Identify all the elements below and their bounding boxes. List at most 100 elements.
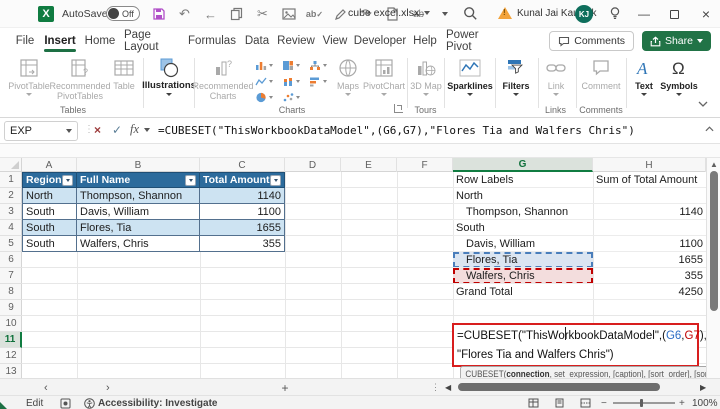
table-cell[interactable]: 1655 xyxy=(200,220,285,236)
comment-button[interactable]: Comment xyxy=(579,57,623,91)
macro-record-icon[interactable] xyxy=(60,396,71,409)
symbols-button[interactable]: Ω Symbols xyxy=(660,57,698,96)
pivot-label[interactable]: Flores, Tia xyxy=(453,252,593,268)
column-chart-icon[interactable] xyxy=(250,57,277,73)
tab-insert[interactable]: Insert xyxy=(42,28,78,53)
recommended-pivottables-button[interactable]: ? Recommended PivotTables xyxy=(49,57,111,101)
line-chart-icon[interactable] xyxy=(250,73,277,89)
copy-icon[interactable] xyxy=(228,6,245,23)
pivot-value[interactable]: 355 xyxy=(593,268,706,284)
formula-bar-input[interactable]: =CUBESET("ThisWorkbookDataModel",(G6,G7)… xyxy=(158,124,635,137)
table-row[interactable]: South Davis, William 1100 xyxy=(22,204,286,220)
table-cell[interactable]: Flores, Tia xyxy=(77,220,200,236)
column-header-E[interactable]: E xyxy=(341,158,397,172)
page-layout-view-icon[interactable] xyxy=(554,396,565,409)
pivot-value[interactable]: 1100 xyxy=(593,236,706,252)
table-row[interactable]: North Thompson, Shannon 1140 xyxy=(22,188,286,204)
avatar[interactable]: KJ xyxy=(575,5,593,23)
cancel-icon[interactable]: × xyxy=(94,123,101,137)
lightbulb-icon[interactable] xyxy=(608,6,623,21)
zoom-out-icon[interactable]: − xyxy=(601,396,607,409)
stacked-column-chart-icon[interactable] xyxy=(277,73,304,89)
pivot-label[interactable]: Grand Total xyxy=(453,284,593,300)
table-cell[interactable]: South xyxy=(22,204,77,220)
tab-home[interactable]: Home xyxy=(82,28,118,53)
link-button[interactable]: Link xyxy=(541,57,571,96)
pivotchart-button[interactable]: PivotChart xyxy=(363,57,405,96)
share-button[interactable]: Share xyxy=(641,31,711,51)
pie-chart-icon[interactable] xyxy=(250,89,277,105)
pivot-label[interactable]: South xyxy=(453,220,593,236)
table-cell[interactable]: North xyxy=(22,188,77,204)
table-button[interactable]: Table xyxy=(108,57,140,91)
sparklines-button[interactable]: Sparklines xyxy=(447,57,493,96)
scatter-chart-icon[interactable] xyxy=(277,89,304,105)
row-header-9[interactable]: 9 xyxy=(0,300,22,316)
table-cell[interactable]: 1140 xyxy=(200,188,285,204)
row-header-2[interactable]: 2 xyxy=(0,188,22,204)
column-header-G[interactable]: G xyxy=(453,158,593,172)
column-header-H[interactable]: H xyxy=(593,158,706,172)
row-header-3[interactable]: 3 xyxy=(0,204,22,220)
table-cell[interactable]: 1100 xyxy=(200,204,285,220)
select-all-corner[interactable] xyxy=(0,158,22,172)
pivot-row[interactable]: Grand Total 4250 xyxy=(453,284,706,300)
tab-formulas[interactable]: Formulas xyxy=(186,28,238,53)
pivot-value[interactable]: 4250 xyxy=(593,284,706,300)
document-title[interactable]: cube excel.xlsx xyxy=(348,7,431,19)
recommended-charts-button[interactable]: ? Recommended Charts xyxy=(192,57,253,101)
draw-icon[interactable] xyxy=(332,6,349,23)
pivot-header-row-labels[interactable]: Row Labels xyxy=(453,172,593,188)
column-header-A[interactable]: A xyxy=(22,158,77,172)
pivot-header-sum[interactable]: Sum of Total Amount xyxy=(593,172,706,188)
tab-review[interactable]: Review xyxy=(276,28,316,53)
cell-mode-indicator[interactable]: Edit xyxy=(26,396,43,409)
maps-button[interactable]: Maps xyxy=(333,57,363,96)
text-button[interactable]: A Text xyxy=(629,57,659,96)
filters-button[interactable]: Filters xyxy=(498,57,534,96)
collapse-formula-bar-icon[interactable] xyxy=(705,126,714,132)
pivot-label[interactable]: North xyxy=(453,188,593,204)
autosave-toggle[interactable]: Off xyxy=(106,6,140,21)
pivot-row[interactable]: South xyxy=(453,220,706,236)
hierarchy-chart-icon[interactable] xyxy=(304,57,331,73)
comments-button[interactable]: Comments xyxy=(549,31,634,51)
worksheet-grid[interactable]: ABCDEFGH 1 2 3 4 5 6 7 8 9 10 11 12 13 Region Full Na… xyxy=(0,158,720,381)
pivot-value[interactable]: 1655 xyxy=(593,252,706,268)
pivot-row[interactable]: Davis, William 1100 xyxy=(453,236,706,252)
pivot-label[interactable]: Walfers, Chris xyxy=(453,268,593,284)
pivot-row[interactable]: Flores, Tia 1655 xyxy=(453,252,706,268)
zoom-slider-thumb[interactable] xyxy=(640,399,643,407)
table-row[interactable]: South Flores, Tia 1655 xyxy=(22,220,286,236)
row-header-11[interactable]: 11 xyxy=(0,332,22,348)
column-header-B[interactable]: B xyxy=(77,158,200,172)
row-header-1[interactable]: 1 xyxy=(0,172,22,188)
excel-logo-icon[interactable]: X xyxy=(38,6,54,22)
tab-power-pivot[interactable]: Power Pivot xyxy=(444,28,506,53)
row-header-7[interactable]: 7 xyxy=(0,268,22,284)
tab-developer[interactable]: Developer xyxy=(354,28,406,53)
table-cell[interactable]: South xyxy=(22,220,77,236)
horizontal-scrollbar-thumb[interactable] xyxy=(458,383,660,391)
next-sheet-icon[interactable]: › xyxy=(106,380,110,395)
previous-sheet-icon[interactable]: ‹ xyxy=(44,380,48,395)
tab-view[interactable]: View xyxy=(320,28,350,53)
pivottable-button[interactable]: PivotTable xyxy=(8,57,50,96)
filter-dropdown-icon[interactable] xyxy=(185,174,196,186)
scroll-right-icon[interactable]: ▶ xyxy=(700,383,706,392)
bar-chart-icon[interactable] xyxy=(304,73,331,89)
row-header-12[interactable]: 12 xyxy=(0,348,22,364)
scroll-left-icon[interactable]: ◀ xyxy=(445,383,451,392)
warning-icon[interactable] xyxy=(498,7,512,19)
tab-help[interactable]: Help xyxy=(410,28,440,53)
accessibility-status[interactable]: Accessibility: Investigate xyxy=(84,396,218,409)
table-row[interactable]: South Walfers, Chris 355 xyxy=(22,236,286,252)
vertical-scrollbar[interactable]: ▲ xyxy=(706,158,720,378)
page-break-view-icon[interactable] xyxy=(580,396,591,409)
row-header-4[interactable]: 4 xyxy=(0,220,22,236)
table-cell[interactable]: Thompson, Shannon xyxy=(77,188,200,204)
save-icon[interactable] xyxy=(150,6,167,23)
zoom-level[interactable]: 100% xyxy=(692,396,718,409)
row-header-10[interactable]: 10 xyxy=(0,316,22,332)
pivot-value[interactable]: 1140 xyxy=(593,204,706,220)
